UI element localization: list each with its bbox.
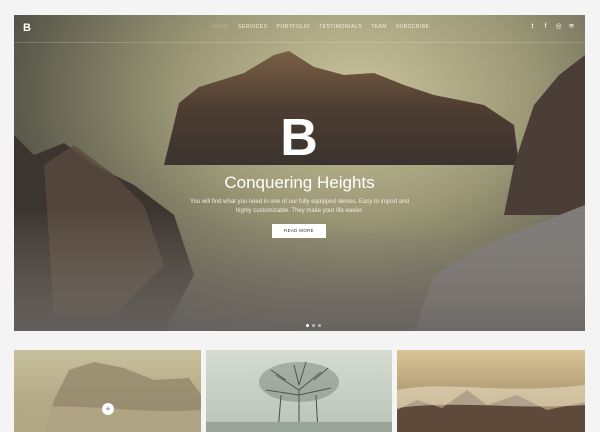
plus-icon[interactable]: + (102, 403, 114, 415)
slider-dot[interactable] (318, 324, 321, 327)
twitter-icon[interactable]: t (529, 23, 536, 31)
slider-dot[interactable] (306, 324, 309, 327)
hero-slider: B HOME SERVICES PORTFOLIO TESTIMONIALS T… (14, 15, 585, 331)
mountain-thumbnail-image (14, 362, 201, 432)
slider-dot[interactable] (312, 324, 315, 327)
facebook-icon[interactable]: f (542, 23, 549, 31)
nav-portfolio[interactable]: PORTFOLIO (277, 24, 310, 30)
hero-subtitle: You will find what you need in one of ou… (190, 199, 409, 214)
main-menu: HOME SERVICES PORTFOLIO TESTIMONIALS TEA… (212, 24, 429, 30)
rss-icon[interactable]: ≋ (568, 23, 575, 31)
nav-home[interactable]: HOME (212, 24, 229, 30)
tree-thumbnail-image (206, 361, 392, 432)
portfolio-item[interactable]: + (14, 350, 201, 432)
nav-services[interactable]: SERVICES (238, 24, 267, 30)
portfolio-item[interactable] (206, 350, 392, 432)
peak-thumbnail-image (397, 385, 585, 432)
hero-logo-letter: B (280, 109, 318, 167)
nav-team[interactable]: TEAM (371, 24, 387, 30)
hero-title: Conquering Heights (224, 173, 375, 192)
portfolio-item[interactable] (397, 350, 585, 432)
social-links: t f ◎ ≋ (529, 23, 575, 31)
nav-subscribe[interactable]: SUBSCRIBE (396, 24, 430, 30)
instagram-icon[interactable]: ◎ (555, 23, 562, 31)
nav-testimonials[interactable]: TESTIMONIALS (319, 24, 362, 30)
slider-dots (306, 324, 321, 327)
site-logo[interactable]: B (23, 22, 31, 34)
top-navbar: B HOME SERVICES PORTFOLIO TESTIMONIALS T… (14, 15, 585, 43)
read-more-button[interactable]: READ MORE (272, 224, 326, 238)
